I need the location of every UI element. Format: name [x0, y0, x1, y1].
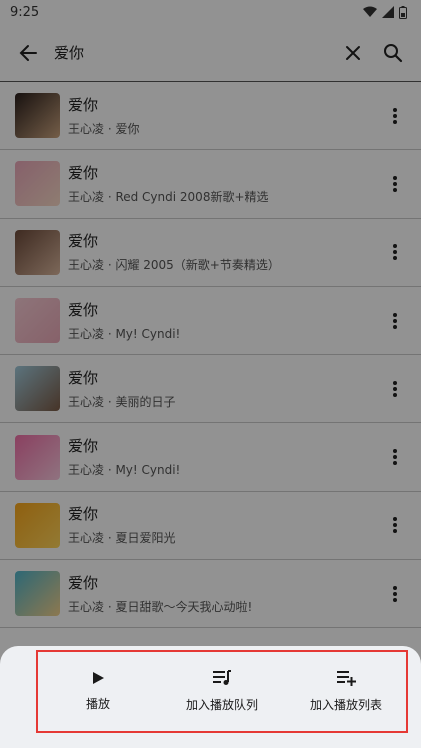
- status-icons: [363, 5, 407, 19]
- more-options-button[interactable]: [383, 232, 407, 272]
- song-title: 爱你: [68, 368, 99, 387]
- search-button[interactable]: [373, 33, 413, 73]
- song-text: 爱你 王心凌 · 闪耀 2005（新歌+节奏精选）: [60, 231, 383, 273]
- song-text: 爱你 王心凌 · Red Cyndi 2008新歌+精选: [60, 163, 383, 205]
- album-cover: [15, 366, 60, 412]
- song-title: 爱你: [68, 95, 99, 114]
- signal-icon: [382, 6, 394, 18]
- song-row[interactable]: 爱你 王心凌 · My! Cyndi!: [0, 287, 421, 356]
- song-title: 爱你: [68, 163, 99, 182]
- more-vert-icon: [393, 244, 397, 261]
- song-row[interactable]: 爱你 王心凌 · 闪耀 2005（新歌+节奏精选）: [0, 219, 421, 287]
- song-row[interactable]: 爱你 王心凌 · 爱你: [0, 82, 421, 151]
- album-cover: [15, 161, 60, 207]
- song-subtitle: 王心凌 · 爱你: [68, 121, 140, 136]
- song-row[interactable]: 爱你 王心凌 · My! Cyndi!: [0, 423, 421, 492]
- song-results-list: 爱你 王心凌 · 爱你 爱你 王心凌 · Red Cyndi 2008新歌+精选…: [0, 82, 421, 629]
- more-vert-icon: [393, 312, 397, 329]
- song-title: 爱你: [68, 437, 99, 456]
- battery-icon: [399, 5, 407, 19]
- album-cover: [15, 93, 60, 139]
- album-cover: [15, 502, 60, 548]
- close-icon: [346, 45, 360, 60]
- song-subtitle: 王心凌 · 美丽的日子: [68, 394, 176, 409]
- song-text: 爱你 王心凌 · 爱你: [60, 95, 383, 137]
- song-title: 爱你: [68, 300, 99, 319]
- search-icon: [384, 43, 403, 62]
- highlight-box: [36, 650, 408, 733]
- back-button[interactable]: [8, 33, 48, 73]
- song-text: 爱你 王心凌 · 美丽的日子: [60, 368, 383, 410]
- more-options-button[interactable]: [383, 369, 407, 409]
- search-input[interactable]: 爱你: [48, 42, 333, 63]
- more-options-button[interactable]: [383, 96, 407, 136]
- wifi-icon: [363, 6, 377, 17]
- song-subtitle: 王心凌 · My! Cyndi!: [68, 326, 181, 341]
- more-options-button[interactable]: [383, 164, 407, 204]
- screen: 9:25 爱你 爱你 王心凌 · 爱你 爱你 王心凌 · Red Cyndi 2…: [0, 0, 421, 748]
- song-row[interactable]: 爱你 王心凌 · Red Cyndi 2008新歌+精选: [0, 150, 421, 219]
- more-options-button[interactable]: [383, 437, 407, 477]
- album-cover: [15, 571, 60, 617]
- song-text: 爱你 王心凌 · My! Cyndi!: [60, 300, 383, 342]
- status-bar: 9:25: [0, 0, 421, 24]
- song-subtitle: 王心凌 · 闪耀 2005（新歌+节奏精选）: [68, 258, 280, 273]
- more-vert-icon: [393, 380, 397, 397]
- album-cover: [15, 229, 60, 275]
- song-title: 爱你: [68, 573, 99, 592]
- song-subtitle: 王心凌 · My! Cyndi!: [68, 463, 181, 478]
- more-vert-icon: [393, 107, 397, 124]
- more-options-button[interactable]: [383, 301, 407, 341]
- more-vert-icon: [393, 517, 397, 534]
- more-options-button[interactable]: [383, 505, 407, 545]
- song-text: 爱你 王心凌 · 夏日甜歌～今天我心动啦!: [60, 573, 383, 615]
- song-row[interactable]: 爱你 王心凌 · 夏日爱阳光: [0, 492, 421, 561]
- more-vert-icon: [393, 449, 397, 466]
- song-row[interactable]: 爱你 王心凌 · 美丽的日子: [0, 355, 421, 424]
- song-text: 爱你 王心凌 · My! Cyndi!: [60, 436, 383, 478]
- album-cover: [15, 434, 60, 480]
- more-vert-icon: [393, 585, 397, 602]
- more-options-button[interactable]: [383, 574, 407, 614]
- more-vert-icon: [393, 175, 397, 192]
- song-text: 爱你 王心凌 · 夏日爱阳光: [60, 504, 383, 546]
- song-title: 爱你: [68, 505, 99, 524]
- clear-search-button[interactable]: [333, 33, 373, 73]
- song-row[interactable]: 爱你 王心凌 · 夏日甜歌～今天我心动啦!: [0, 560, 421, 629]
- song-subtitle: 王心凌 · 夏日甜歌～今天我心动啦!: [68, 599, 253, 614]
- song-subtitle: 王心凌 · Red Cyndi 2008新歌+精选: [68, 189, 269, 204]
- song-subtitle: 王心凌 · 夏日爱阳光: [68, 531, 176, 546]
- album-cover: [15, 298, 60, 344]
- song-title: 爱你: [68, 232, 99, 251]
- arrow-back-icon: [19, 44, 37, 61]
- status-time: 9:25: [10, 4, 40, 20]
- search-app-bar: 爱你: [0, 24, 421, 82]
